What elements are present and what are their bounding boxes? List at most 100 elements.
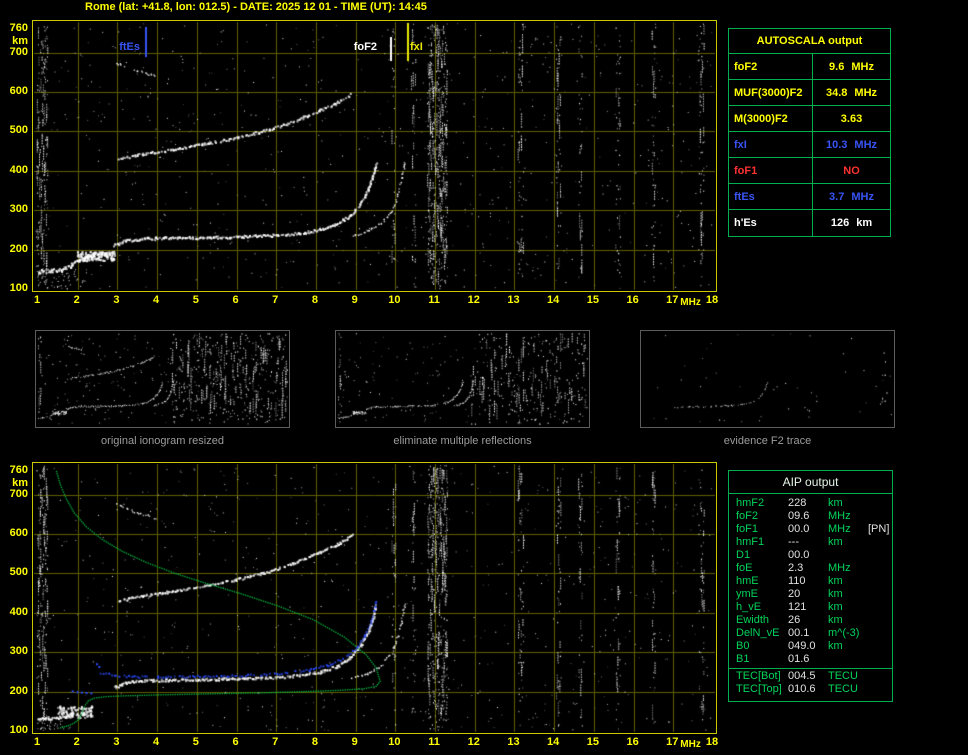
top-x-tick-7: 7 [265, 294, 285, 306]
autoscala-row-label: ftEs [729, 184, 813, 209]
aip-unit: km [828, 601, 868, 614]
bottom-x-tick-10: 10 [384, 736, 404, 748]
thumbnail-eliminate-canvas [336, 331, 589, 427]
autoscala-row-label: fxI [729, 132, 813, 157]
bottom-y-tick-200: 200 [2, 685, 28, 697]
bottom-x-axis-unit: MHz [680, 739, 701, 750]
bottom-x-tick-5: 5 [186, 736, 206, 748]
bottom-y-tick-400: 400 [2, 606, 28, 618]
aip-row-TEC[Top]: TEC[Top]010.6TECU [729, 683, 892, 696]
aip-value: --- [788, 536, 828, 549]
aip-value: 004.5 [788, 670, 828, 683]
top-x-tick-5: 5 [186, 294, 206, 306]
bottom-x-tick-13: 13 [503, 736, 523, 748]
aip-value: 228 [788, 497, 828, 510]
top-x-tick-11: 11 [424, 294, 444, 306]
thumbnail-eliminate-multiples [335, 330, 590, 428]
thumbnail-f2-canvas [641, 331, 894, 427]
aip-row-TEC[Bot]: TEC[Bot]004.5TECU [729, 668, 892, 683]
thumbnail-caption-evidence: evidence F2 trace [640, 435, 895, 447]
top-x-axis-unit: MHz [680, 297, 701, 308]
top-y-tick-400: 400 [2, 164, 28, 176]
aip-row-hmE: hmE110km [729, 575, 892, 588]
aip-label: ymE [736, 588, 788, 601]
aip-extra: [PN] [868, 523, 889, 536]
bottom-y-axis-unit: km [2, 477, 28, 489]
bottom-x-tick-15: 15 [583, 736, 603, 748]
aip-label: D1 [736, 549, 788, 562]
top-x-tick-13: 13 [503, 294, 523, 306]
autoscala-row-value: 9.6MHz [813, 54, 890, 79]
top-y-tick-500: 500 [2, 124, 28, 136]
ftes-marker-label: ftEs [88, 41, 140, 53]
aip-label: foF1 [736, 523, 788, 536]
aip-label: foE [736, 562, 788, 575]
aip-row-Ewidth: Ewidth26km [729, 614, 892, 627]
aip-unit: TECU [828, 683, 868, 696]
aip-value: 010.6 [788, 683, 828, 696]
aip-row-hmF2: hmF2228km [729, 497, 892, 510]
aip-row-B1: B101.6 [729, 653, 892, 666]
aip-unit: km [828, 497, 868, 510]
bottom-y-tick-500: 500 [2, 566, 28, 578]
bottom-x-tick-14: 14 [543, 736, 563, 748]
aip-value: 00.0 [788, 549, 828, 562]
fxi-marker-label: fxI [410, 41, 450, 53]
aip-value: 09.6 [788, 510, 828, 523]
thumbnail-original-canvas [36, 331, 289, 427]
aip-row-h_vE: h_vE121km [729, 601, 892, 614]
top-x-tick-6: 6 [226, 294, 246, 306]
top-ionogram-plot [32, 20, 717, 292]
bottom-x-tick-2: 2 [67, 736, 87, 748]
top-x-tick-3: 3 [106, 294, 126, 306]
autoscala-row-label: foF2 [729, 54, 813, 79]
aip-unit: MHz [828, 523, 868, 536]
bottom-y-tick-300: 300 [2, 645, 28, 657]
aip-table-title: AIP output [729, 473, 892, 494]
top-x-tick-18: 18 [702, 294, 722, 306]
aip-label: DelN_vE [736, 627, 788, 640]
aip-row-B0: B0049.0km [729, 640, 892, 653]
aip-label: TEC[Bot] [736, 670, 788, 683]
autoscala-row-ftEs: ftEs3.7MHz [729, 184, 890, 210]
top-y-tick-600: 600 [2, 85, 28, 97]
aip-value: 00.1 [788, 627, 828, 640]
autoscala-row-label: M(3000)F2 [729, 106, 813, 131]
thumbnail-f2-trace [640, 330, 895, 428]
aip-value: 2.3 [788, 562, 828, 575]
aip-unit: MHz [828, 562, 868, 575]
aip-value: 26 [788, 614, 828, 627]
aip-unit [828, 549, 868, 562]
top-x-tick-2: 2 [67, 294, 87, 306]
fof2-marker-label: foF2 [321, 41, 377, 53]
aip-unit: km [828, 614, 868, 627]
thumbnail-caption-eliminate: eliminate multiple reflections [335, 435, 590, 447]
aip-row-foF1: foF100.0MHz[PN] [729, 523, 892, 536]
aip-unit: m^(-3) [828, 627, 868, 640]
bottom-x-tick-4: 4 [146, 736, 166, 748]
aip-label: hmE [736, 575, 788, 588]
top-x-tick-16: 16 [623, 294, 643, 306]
aip-row-ymE: ymE20km [729, 588, 892, 601]
autoscala-row-M(3000)F2: M(3000)F23.63 [729, 106, 890, 132]
bottom-x-tick-1: 1 [27, 736, 47, 748]
bottom-y-tick-760: 760 [2, 464, 28, 476]
autoscala-row-foF2: foF29.6MHz [729, 54, 890, 80]
bottom-ionogram-plot [32, 462, 717, 734]
autoscala-row-foF1: foF1NO [729, 158, 890, 184]
aip-unit [828, 653, 868, 666]
autoscala-row-value: 126km [813, 210, 890, 236]
aip-label: TEC[Top] [736, 683, 788, 696]
top-y-tick-300: 300 [2, 203, 28, 215]
aip-output-table: AIP output hmF2228kmfoF209.6MHzfoF100.0M… [728, 470, 893, 702]
bottom-x-tick-3: 3 [106, 736, 126, 748]
aip-table-rows: hmF2228kmfoF209.6MHzfoF100.0MHz[PN]hmF1-… [729, 497, 892, 696]
bottom-x-tick-9: 9 [345, 736, 365, 748]
autoscala-row-fxI: fxI10.3MHz [729, 132, 890, 158]
autoscala-row-value: 3.63 [813, 106, 890, 131]
thumbnail-original-ionogram [35, 330, 290, 428]
aip-row-D1: D100.0 [729, 549, 892, 562]
bottom-ionogram-canvas [33, 463, 716, 733]
aip-unit: MHz [828, 510, 868, 523]
bottom-y-tick-100: 100 [2, 724, 28, 736]
